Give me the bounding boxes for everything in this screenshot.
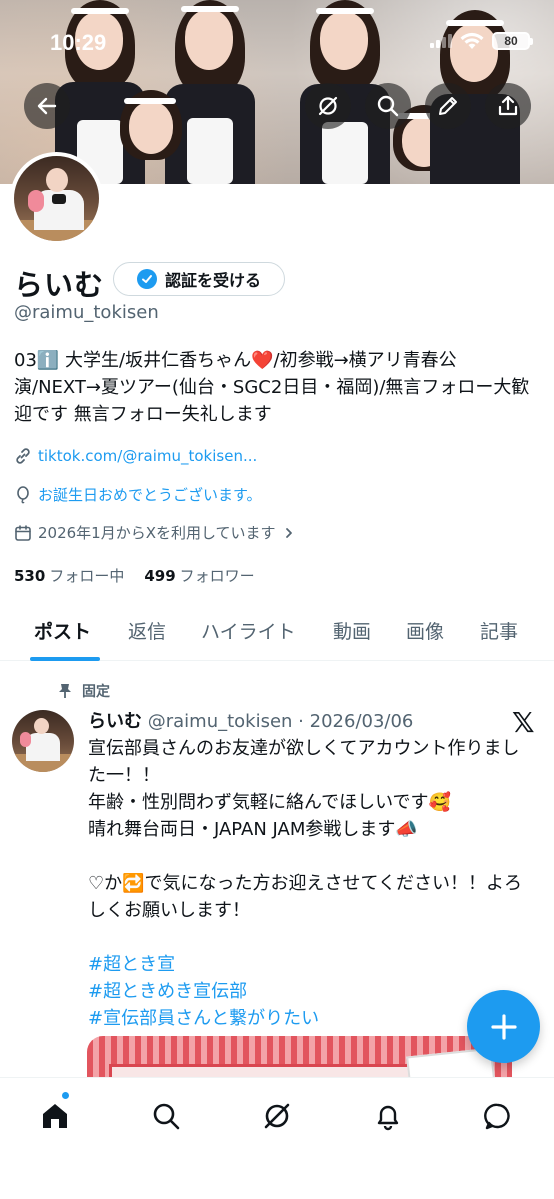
bell-icon	[377, 1105, 399, 1131]
share-button[interactable]	[485, 83, 531, 129]
tab-articles[interactable]: 記事	[480, 617, 518, 644]
tweet-avatar[interactable]	[12, 710, 74, 772]
tab-posts[interactable]: ポスト	[34, 617, 91, 644]
balloon-icon	[17, 485, 29, 503]
calendar-icon	[15, 524, 31, 541]
compose-button[interactable]	[467, 990, 540, 1063]
chevron-right-icon	[285, 527, 292, 538]
banner-person	[112, 90, 192, 184]
pinned-label: 固定	[82, 684, 110, 700]
search-icon	[377, 95, 399, 117]
wifi-icon	[460, 32, 484, 49]
following-stat[interactable]: 530 フォロー中	[14, 565, 124, 586]
profile-handle: @raimu_tokisen	[14, 302, 159, 323]
nav-grok[interactable]	[257, 1096, 297, 1136]
tweet-header[interactable]: らいむ @raimu_tokisen · 2026/03/06	[88, 707, 413, 733]
message-icon	[484, 1103, 510, 1130]
display-name: らいむ	[14, 268, 105, 302]
joined-row[interactable]: 2026年1月からXを利用しています	[14, 522, 296, 543]
home-icon	[43, 1104, 67, 1128]
grok-button[interactable]	[305, 83, 351, 129]
tweet-line: 年齢・性別問わず気軽に絡んでほしいです🥰	[88, 792, 451, 813]
signal-icon	[430, 34, 452, 48]
active-tab-indicator	[30, 657, 100, 661]
nav-home[interactable]	[35, 1096, 75, 1136]
tweet-line	[88, 843, 536, 870]
tab-highlights[interactable]: ハイライト	[201, 617, 296, 644]
get-verified-label: 認証を受ける	[164, 271, 261, 290]
follow-stats: 530 フォロー中 499 フォロワー	[14, 565, 255, 586]
status-icons: 80	[430, 32, 533, 50]
hashtag-link[interactable]: #超とき宣	[88, 951, 536, 978]
followers-label: フォロワー	[179, 567, 255, 585]
profile-link[interactable]: tiktok.com/@raimu_tokisen...	[38, 447, 257, 465]
tab-images[interactable]: 画像	[406, 617, 444, 644]
pin-icon	[59, 684, 71, 698]
home-notification-dot	[61, 1091, 70, 1100]
following-label: フォロー中	[49, 567, 125, 585]
status-time: 10:29	[50, 30, 107, 55]
search-button[interactable]	[365, 83, 411, 129]
grok-icon	[264, 1103, 290, 1129]
pinned-indicator: 固定	[58, 681, 110, 701]
tweet-author-name: らいむ	[88, 711, 142, 732]
tab-replies[interactable]: 返信	[128, 617, 166, 644]
birthday-row: お誕生日おめでとうございます。	[14, 484, 262, 505]
tweet-line: 宣伝部員さんのお友達が欲しくてアカウント作りました一！！	[88, 738, 520, 786]
profile-banner[interactable]: 10:29 80	[0, 0, 554, 184]
following-count: 530	[14, 567, 46, 585]
profile-tabs: ポスト 返信 ハイライト 動画 画像 記事	[0, 605, 554, 661]
birthday-message[interactable]: お誕生日おめでとうございます。	[38, 484, 262, 505]
tweet-body[interactable]: 宣伝部員さんのお友達が欲しくてアカウント作りました一！！ 年齢・性別問わず気軽に…	[88, 735, 536, 1032]
tweet-line	[88, 924, 536, 951]
get-verified-button[interactable]: 認証を受ける	[113, 262, 285, 296]
followers-stat[interactable]: 499 フォロワー	[144, 565, 254, 586]
pencil-icon	[439, 97, 457, 115]
tweet-line: ♡か🔁で気になった方お迎えさせてください！！よろしくお願いします！	[88, 873, 523, 921]
bottom-nav	[0, 1077, 554, 1199]
search-icon	[153, 1103, 180, 1130]
tweet-line: 晴れ舞台両日・JAPAN JAM参戦します📣	[88, 819, 418, 840]
share-icon	[498, 95, 518, 116]
nav-search[interactable]	[146, 1096, 186, 1136]
nav-notifications[interactable]	[368, 1096, 408, 1136]
plus-icon	[490, 1013, 517, 1040]
back-button[interactable]	[24, 83, 70, 129]
verified-badge-icon	[136, 269, 157, 289]
hashtag-link[interactable]: #超ときめき宣伝部	[88, 978, 536, 1005]
joined-date: 2026年1月からXを利用しています	[38, 524, 276, 542]
link-icon	[16, 448, 30, 464]
profile-bio: 03ℹ️ 大学生/坂井仁香ちゃん❤️/初参戦→横アリ青春公演/NEXT→夏ツアー…	[14, 350, 530, 425]
tweet-meta: @raimu_tokisen · 2026/03/06	[147, 711, 414, 732]
profile-avatar[interactable]	[10, 152, 103, 245]
profile-link-row[interactable]: tiktok.com/@raimu_tokisen...	[14, 447, 257, 465]
grok-icon	[318, 96, 338, 116]
battery-indicator: 80	[492, 32, 533, 50]
tab-videos[interactable]: 動画	[333, 617, 371, 644]
nav-messages[interactable]	[478, 1096, 518, 1136]
tweet-media[interactable]	[87, 1036, 512, 1081]
arrow-left-icon	[37, 97, 57, 115]
edit-button[interactable]	[425, 83, 471, 129]
followers-count: 499	[144, 567, 176, 585]
